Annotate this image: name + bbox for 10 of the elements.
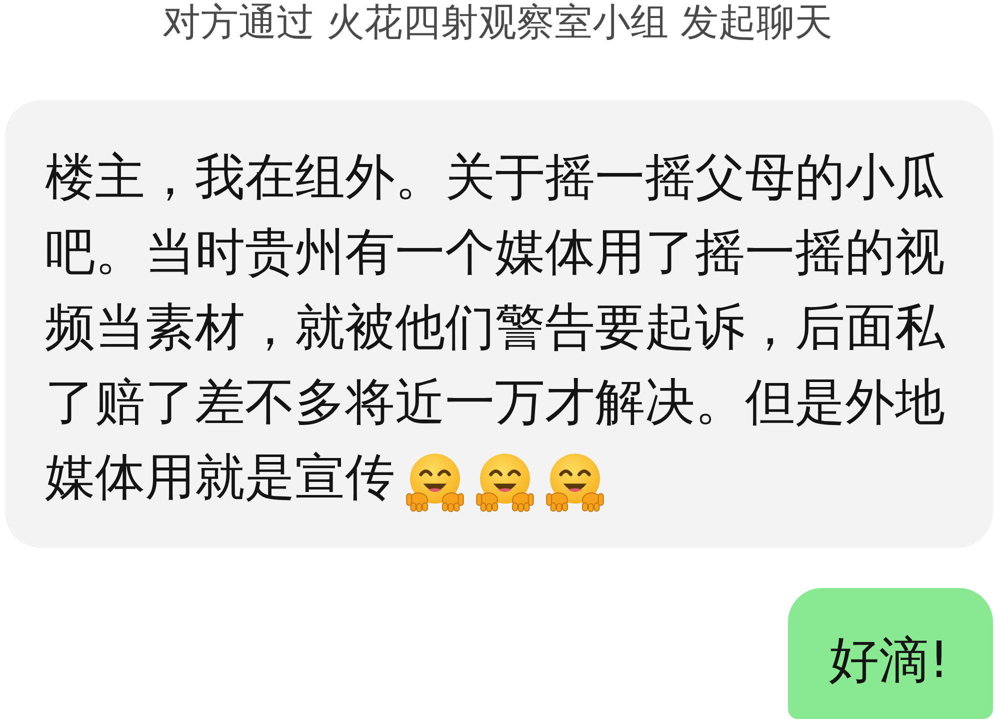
message-text-line: 好滴! (828, 630, 949, 691)
message-text-line: 了赔了差不多将近一万才解决。但是外地 (45, 372, 945, 433)
system-notice: 对方通过 火花四射观察室小组 发起聊天 (162, 0, 833, 44)
message-text-line: 频当素材，就被他们警告要起诉，后面私 (45, 297, 945, 358)
message-text-line: 楼主，我在组外。关于摇一摇父母的小瓜 (45, 147, 945, 208)
hugging-face-icon (545, 452, 605, 512)
hugging-face-icon (475, 452, 535, 512)
message-text-line: 媒体用就是宣传 (45, 447, 395, 508)
hugging-face-icon (405, 452, 465, 512)
message-text-line: 吧。当时贵州有一个媒体用了摇一摇的视 (45, 222, 945, 283)
